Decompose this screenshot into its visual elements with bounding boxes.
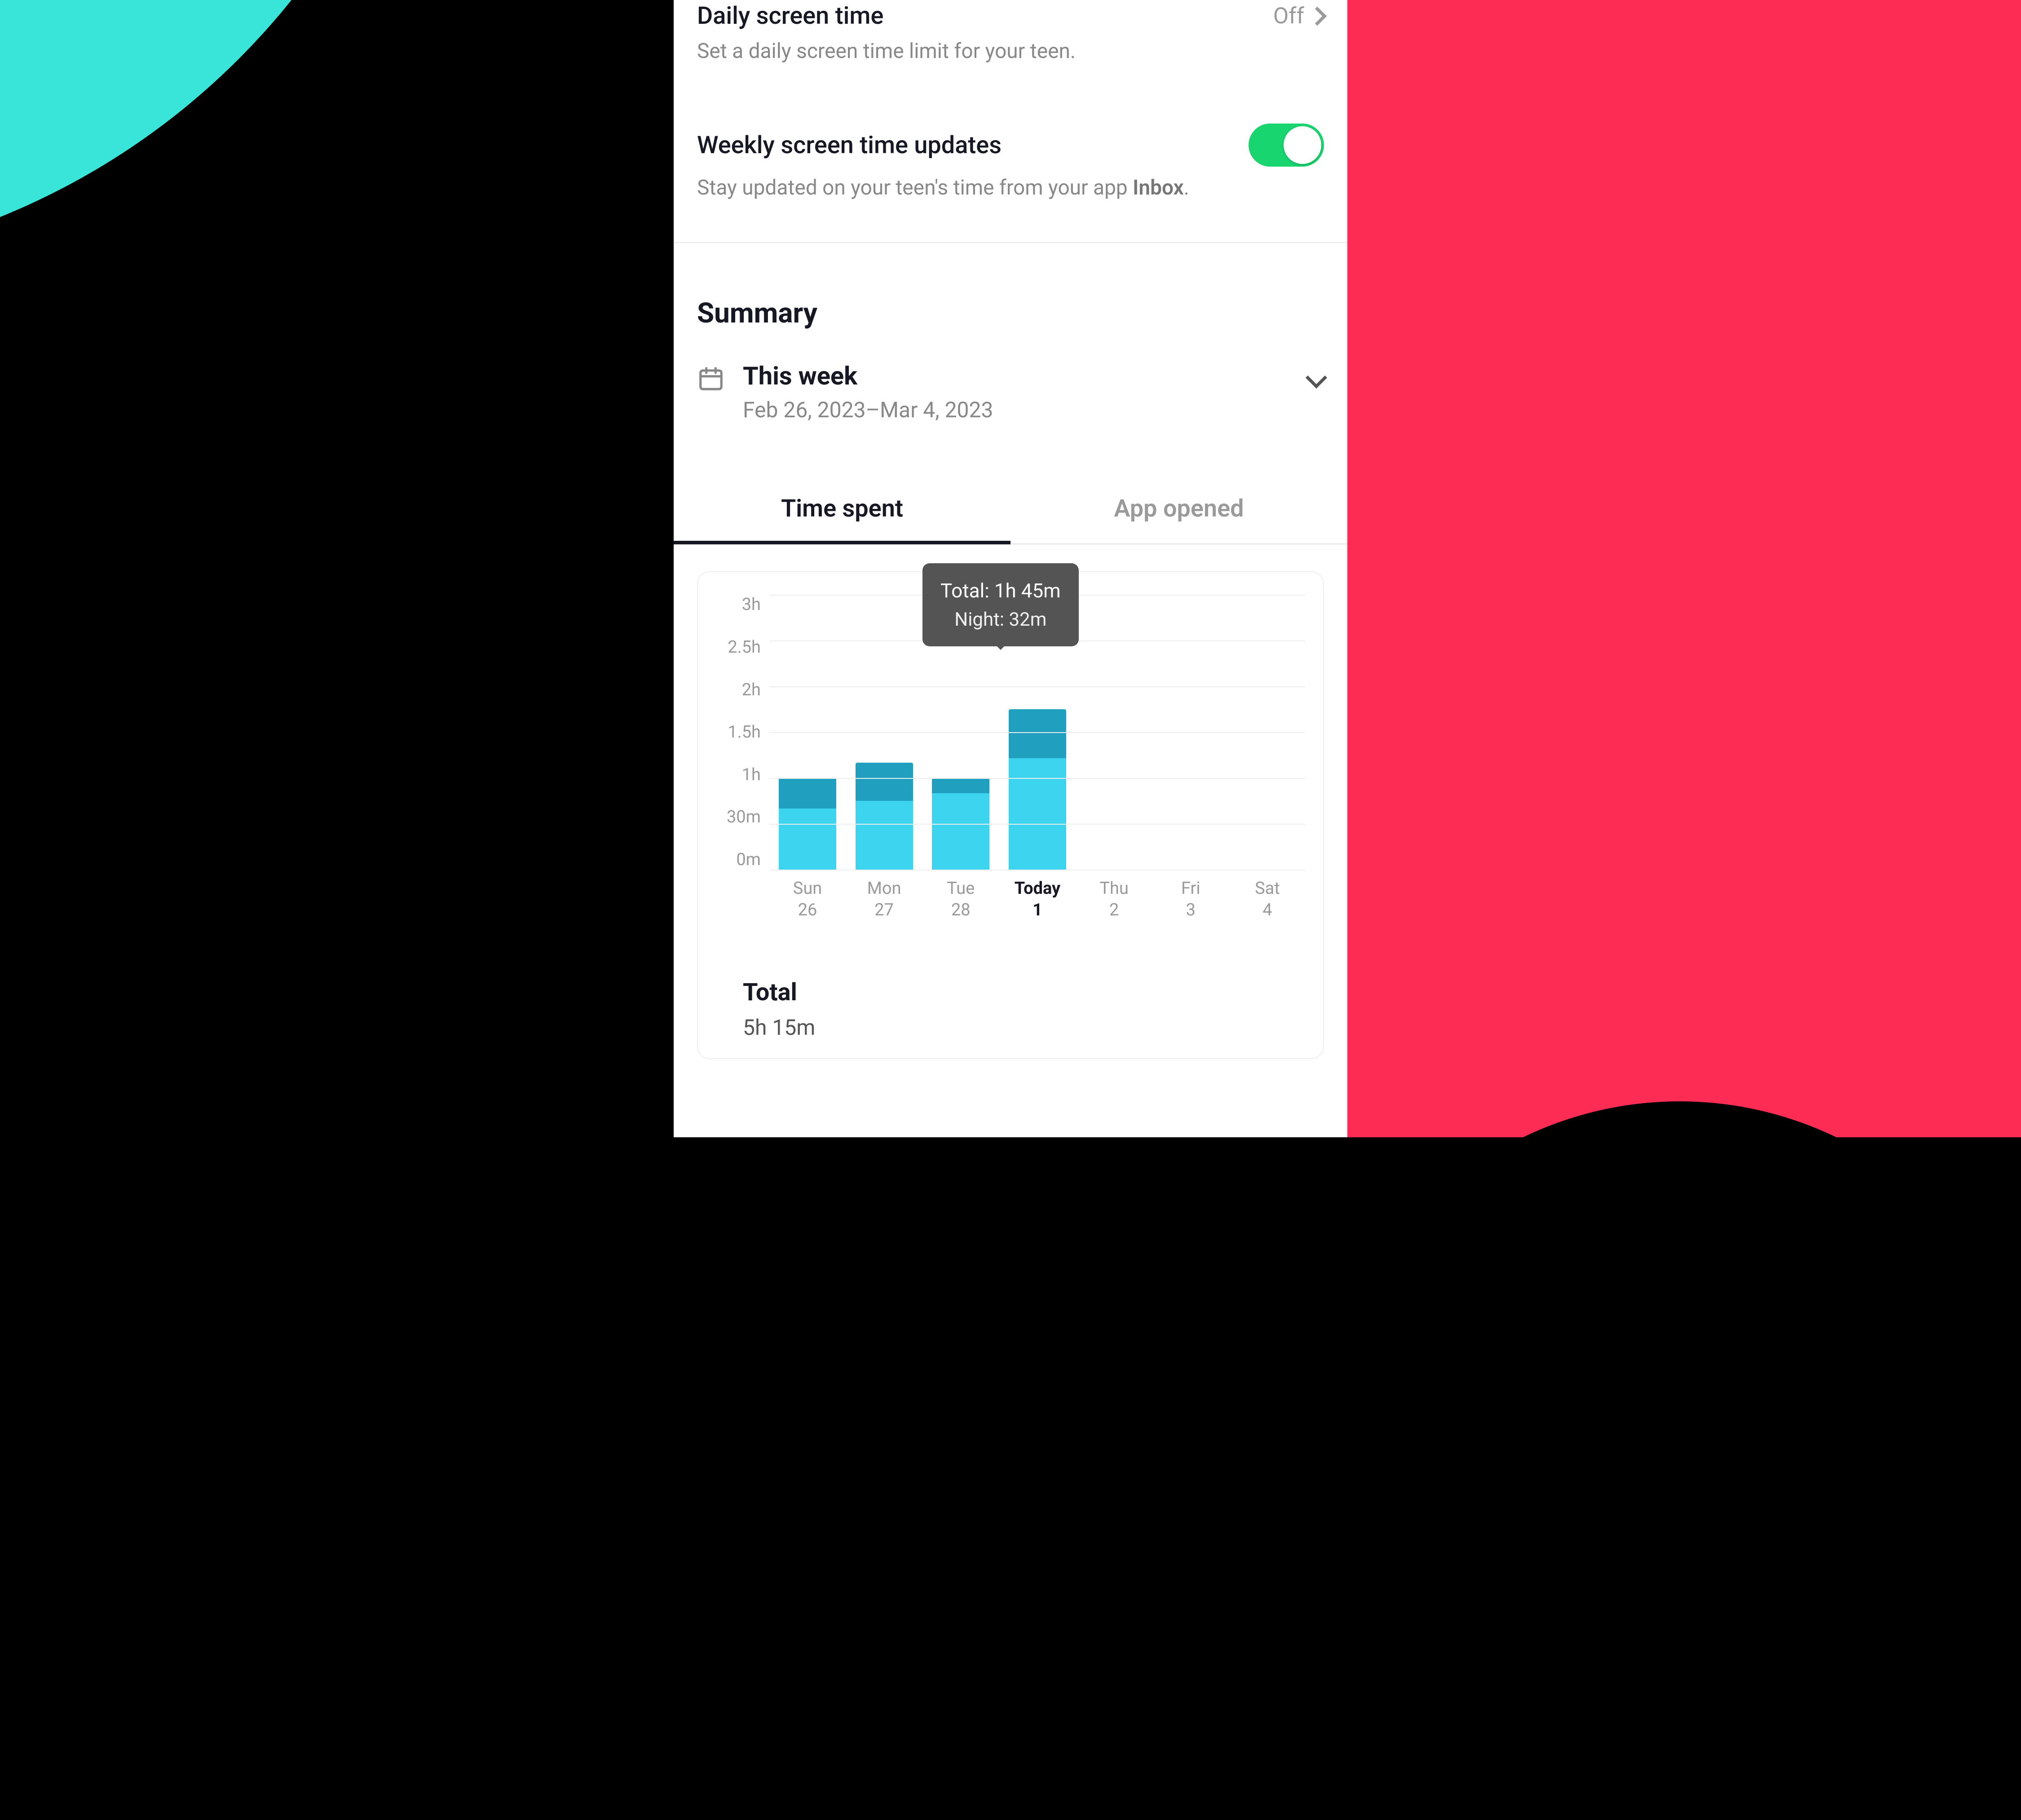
x-label-date: 3	[1162, 900, 1219, 920]
x-label-date: 1	[1009, 900, 1066, 920]
tab-time-spent[interactable]: Time spent	[674, 477, 1010, 544]
gridline	[770, 732, 1305, 733]
week-selector[interactable]: This week Feb 26, 2023–Mar 4, 2023	[674, 348, 1347, 423]
x-label: Fri 3	[1162, 879, 1219, 920]
bar-segment-day	[856, 801, 913, 870]
tab-app-opened[interactable]: App opened	[1010, 477, 1347, 543]
x-label-day: Thu	[1086, 879, 1143, 898]
x-label: Tue 28	[932, 879, 989, 920]
chart-tooltip: Total: 1h 45m Night: 32m	[922, 563, 1079, 646]
bar-segment-day	[1009, 758, 1066, 870]
chevron-right-icon	[1308, 6, 1327, 25]
background-right	[1347, 0, 2021, 1137]
x-label-day: Sun	[779, 879, 836, 898]
x-label-day: Fri	[1162, 879, 1219, 898]
background-left	[0, 0, 674, 1137]
x-label: Mon 27	[856, 879, 913, 920]
setting-title: Weekly screen time updates	[697, 131, 1002, 159]
setting-value-chevron[interactable]: Off	[1273, 3, 1324, 29]
week-range: Feb 26, 2023–Mar 4, 2023	[743, 397, 993, 423]
x-label-date: 4	[1239, 900, 1296, 920]
week-label: This week	[743, 361, 993, 391]
x-label-day: Tue	[932, 879, 989, 898]
tooltip-night: Night: 32m	[940, 605, 1061, 634]
chart-card: Total: 1h 45m Night: 32m 3h2.5h2h1.5h1h3…	[697, 571, 1324, 1059]
total-label: Total	[743, 978, 1278, 1007]
x-label-date: 28	[932, 900, 989, 920]
x-label: Thu 2	[1086, 879, 1143, 920]
x-label-day: Today	[1009, 879, 1066, 898]
x-label-date: 26	[779, 900, 836, 920]
setting-status: Off	[1273, 3, 1304, 29]
y-tick: 30m	[727, 807, 761, 827]
y-axis: 3h 2.5h 2h 1.5h 1h 30m 0m	[716, 595, 770, 870]
y-tick: 3h	[742, 595, 761, 614]
x-label-date: 2	[1086, 900, 1143, 920]
x-label-date: 27	[856, 900, 913, 920]
tooltip-total: Total: 1h 45m	[940, 576, 1061, 605]
toggle-weekly-updates[interactable]	[1249, 124, 1324, 167]
subtitle-pre: Stay updated on your teen's time from yo…	[697, 176, 1133, 200]
subtitle-bold: Inbox	[1133, 176, 1184, 200]
bar-segment-night	[932, 778, 989, 793]
summary-title: Summary	[674, 243, 1347, 348]
x-label: Sun 26	[779, 879, 836, 920]
y-tick: 2h	[742, 680, 761, 700]
y-tick: 1.5h	[728, 722, 761, 742]
subtitle-post: .	[1184, 176, 1189, 200]
tabs: Time spent App opened	[674, 477, 1347, 544]
bar-segment-night	[1009, 709, 1066, 758]
bar-segment-night	[856, 763, 913, 801]
bar-segment-day	[932, 793, 989, 870]
gridline	[770, 686, 1305, 687]
setting-weekly-updates: Weekly screen time updates Stay updated …	[674, 124, 1347, 202]
gridline	[770, 824, 1305, 825]
gridline	[770, 778, 1305, 779]
setting-subtitle: Stay updated on your teen's time from yo…	[697, 174, 1324, 202]
y-tick: 2.5h	[728, 637, 761, 657]
chevron-down-icon	[1306, 367, 1327, 389]
bar-segment-day	[779, 808, 836, 870]
total-value: 5h 15m	[743, 1015, 1278, 1040]
x-label: Sat 4	[1239, 879, 1296, 920]
setting-title: Daily screen time	[697, 2, 883, 30]
x-axis-labels: Sun 26 Mon 27 Tue 28 Today 1 Thu 2 Fri 3 Sat 4	[716, 870, 1305, 920]
setting-subtitle: Set a daily screen time limit for your t…	[697, 37, 1324, 65]
setting-daily-screen-time[interactable]: Daily screen time Off Set a daily screen…	[674, 0, 1347, 65]
calendar-icon	[697, 365, 725, 394]
total-block: Total 5h 15m	[716, 920, 1305, 1040]
x-label: Today 1	[1009, 879, 1066, 920]
bar-segment-night	[779, 778, 836, 808]
x-label-day: Sat	[1239, 879, 1296, 898]
y-tick: 0m	[736, 850, 761, 870]
x-label-day: Mon	[856, 879, 913, 898]
y-tick: 1h	[742, 765, 761, 785]
phone-screen: Daily screen time Off Set a daily screen…	[674, 0, 1347, 1137]
